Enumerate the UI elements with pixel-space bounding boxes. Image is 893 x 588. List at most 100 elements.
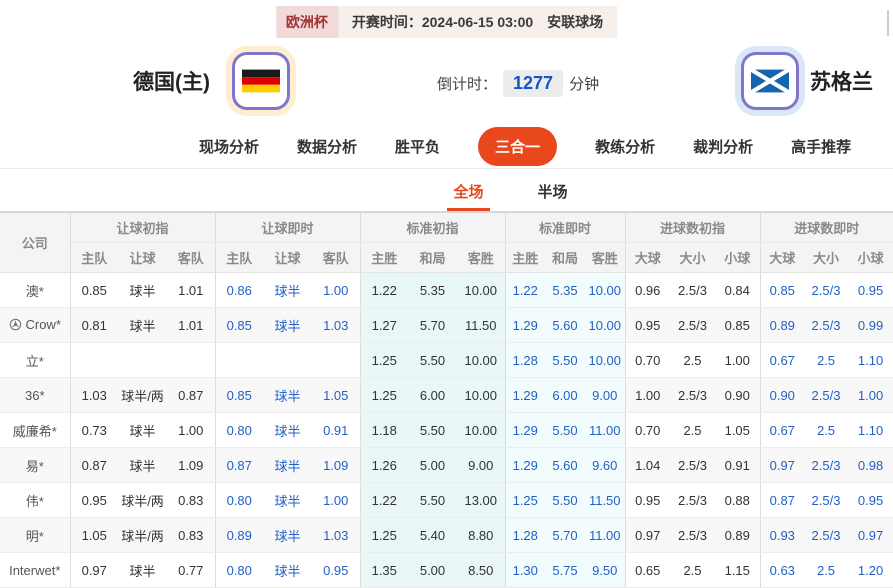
company-name: 立*: [25, 353, 44, 369]
odds-cell: 6.00: [545, 377, 585, 413]
odds-cell: 2.5: [804, 552, 849, 588]
odds-cell: 0.95: [848, 272, 893, 308]
countdown-label: 倒计时：: [437, 76, 498, 93]
odds-cell: 13.00: [457, 482, 506, 518]
tab-win-draw-lose[interactable]: 胜平负: [395, 136, 440, 157]
odds-cell: 0.90: [760, 377, 805, 413]
odds-cell: 0.91: [312, 412, 361, 448]
home-flag-box: [232, 52, 290, 110]
odds-cell: 0.87: [70, 447, 118, 483]
column-header: 大小: [670, 242, 715, 273]
subtab-half-match[interactable]: 半场: [532, 169, 574, 211]
odds-cell: 5.50: [545, 482, 585, 518]
odds-cell: 0.89: [760, 307, 805, 343]
table-row: 36* 1.03 球半/两 0.87 0.85 球半 1.05 1.25 6.00 10.00 1.…: [0, 377, 893, 413]
column-header: 让球: [118, 242, 167, 273]
odds-cell: 1.35: [360, 552, 408, 588]
tab-coach-analysis[interactable]: 教练分析: [595, 136, 655, 157]
odds-cell: 0.89: [715, 517, 761, 553]
tab-referee-analysis[interactable]: 裁判分析: [693, 136, 753, 157]
countdown-unit: 分钟: [569, 76, 600, 93]
odds-cell: 球半: [263, 412, 312, 448]
table-row: 威廉希* 0.73 球半 1.00 0.80 球半 0.91 1.18 5.50 10.00 1.2…: [0, 412, 893, 448]
group-header: 让球初指: [70, 212, 216, 243]
odds-cell: 10.00: [585, 342, 626, 378]
page-edge-divider: [887, 10, 889, 36]
odds-cell: 0.93: [760, 517, 805, 553]
odds-cell: 2.5: [670, 412, 715, 448]
odds-cell: 1.25: [505, 482, 545, 518]
odds-cell: 0.95: [312, 552, 361, 588]
odds-table-head: 公司 让球初指 让球即时 标准初指 标准即时 进球数初指 进球数即时 主队 让球 客队 主队 让球 客队…: [0, 212, 893, 273]
odds-cell: 1.22: [360, 482, 408, 518]
odds-cell: 5.50: [408, 482, 457, 518]
company-name: 易*: [25, 458, 44, 474]
odds-cell: 1.18: [360, 412, 408, 448]
tab-live-analysis[interactable]: 现场分析: [199, 136, 259, 157]
odds-cell: 5.50: [408, 412, 457, 448]
company-cell[interactable]: 36*: [0, 377, 71, 413]
odds-cell: 0.84: [715, 272, 761, 308]
odds-cell: 1.29: [505, 377, 545, 413]
odds-table-body: 澳* 0.85 球半 1.01 0.86 球半 1.00 1.22 5.35 10.00 1.22 5…: [0, 272, 893, 588]
odds-cell: [312, 342, 361, 378]
odds-cell: 0.89: [215, 517, 263, 553]
odds-cell: 0.65: [625, 552, 670, 588]
germany-flag-icon: [242, 69, 280, 93]
company-cell[interactable]: 立*: [0, 342, 71, 378]
tab-three-in-one[interactable]: 三合一: [478, 127, 558, 166]
odds-cell: 球半: [263, 307, 312, 343]
odds-cell: 2.5/3: [670, 517, 715, 553]
odds-cell: 11.50: [457, 307, 506, 343]
odds-page: 欧洲杯 开赛时间：2024-06-15 03:00 安联球场 德国(主) 倒计时…: [0, 0, 893, 588]
column-header: 大小: [804, 242, 849, 273]
odds-cell: 5.00: [408, 552, 457, 588]
tab-data-analysis[interactable]: 数据分析: [297, 136, 357, 157]
company-name: 36*: [24, 387, 45, 403]
company-cell[interactable]: 伟*: [0, 482, 71, 518]
odds-cell: 5.70: [545, 517, 585, 553]
odds-cell: 1.29: [505, 307, 545, 343]
odds-cell: 0.97: [70, 552, 118, 588]
odds-cell: 5.35: [545, 272, 585, 308]
odds-cell: 10.00: [457, 377, 506, 413]
tab-expert-picks[interactable]: 高手推荐: [791, 136, 851, 157]
company-cell[interactable]: 威廉希*: [0, 412, 71, 448]
odds-cell: 1.22: [360, 272, 408, 308]
odds-cell: 11.00: [585, 412, 626, 448]
odds-cell: 0.87: [167, 377, 216, 413]
teams-row: 德国(主) 倒计时： 1277 分钟 苏格兰: [0, 42, 893, 125]
odds-cell: 1.00: [715, 342, 761, 378]
soccer-ball-icon: [9, 318, 21, 330]
odds-cell: 2.5/3: [804, 482, 849, 518]
company-cell[interactable]: 明*: [0, 517, 71, 553]
odds-cell: [118, 342, 167, 378]
odds-cell: 0.90: [715, 377, 761, 413]
subtab-full-match[interactable]: 全场: [447, 169, 490, 211]
odds-cell: 0.85: [760, 272, 805, 308]
column-header: 主队: [70, 242, 118, 273]
venue-name: 安联球场: [547, 14, 604, 30]
odds-cell: 5.50: [545, 342, 585, 378]
odds-cell: [215, 342, 263, 378]
company-name: Crow*: [25, 316, 61, 332]
odds-cell: 1.00: [167, 412, 216, 448]
odds-cell: 0.88: [715, 482, 761, 518]
odds-cell: 1.09: [167, 447, 216, 483]
odds-cell: 0.87: [760, 482, 805, 518]
odds-cell: 1.00: [625, 377, 670, 413]
odds-cell: 10.00: [457, 272, 506, 308]
company-cell[interactable]: 易*: [0, 447, 71, 483]
column-header: 大球: [625, 242, 670, 273]
company-cell[interactable]: Crow*: [0, 307, 71, 343]
odds-cell: 5.60: [545, 447, 585, 483]
company-cell[interactable]: Interwet*: [0, 552, 71, 588]
odds-cell: [70, 342, 118, 378]
odds-cell: 0.85: [215, 307, 263, 343]
odds-cell: 0.95: [848, 482, 893, 518]
odds-cell: 0.83: [167, 482, 216, 518]
company-cell[interactable]: 澳*: [0, 272, 71, 308]
group-header: 进球数即时: [760, 212, 893, 243]
period-subtabs-inner: 全场 半场: [447, 169, 573, 211]
table-row: 易* 0.87 球半 1.09 0.87 球半 1.09 1.26 5.00 9.00 1.29 5.…: [0, 447, 893, 483]
